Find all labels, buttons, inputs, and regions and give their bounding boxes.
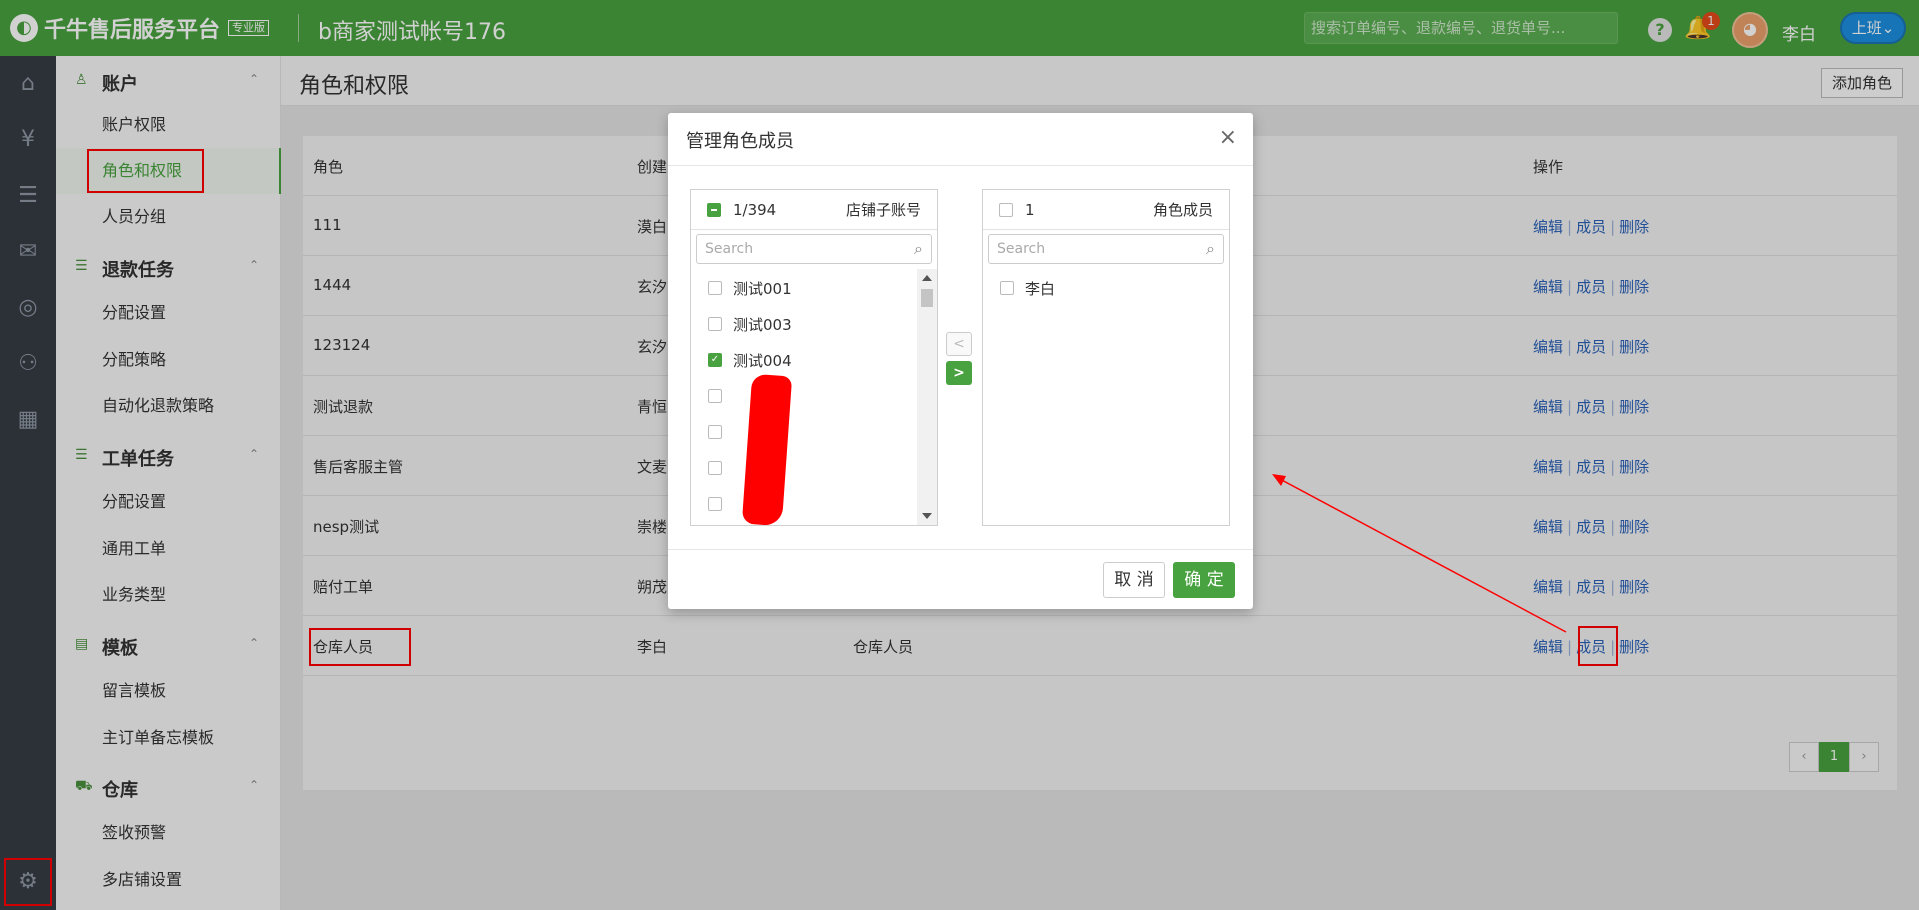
item-checkbox[interactable] (708, 497, 722, 511)
dialog-title: 管理角色成员 (686, 131, 794, 152)
select-all-checkbox[interactable] (999, 203, 1013, 217)
selection-count: 1/394 (733, 201, 777, 219)
selection-count: 1 (1025, 201, 1035, 219)
list-item[interactable]: 李白 (983, 270, 1208, 306)
list-header: 1/394 店铺子账号 (691, 190, 937, 230)
source-list-store-subaccounts: 1/394 店铺子账号 Search ⌕ 测试001 测试003 ✓ 测试004 (690, 189, 938, 527)
confirm-button[interactable]: 确 定 (1173, 562, 1235, 598)
item-checkbox[interactable] (708, 389, 722, 403)
divider (668, 165, 1253, 166)
item-checkbox[interactable] (708, 461, 722, 475)
item-label: 测试004 (733, 352, 792, 370)
cancel-button[interactable]: 取 消 (1103, 562, 1165, 598)
list-item[interactable] (691, 414, 916, 450)
item-label: 测试003 (733, 316, 792, 334)
move-left-button[interactable]: < (946, 332, 972, 356)
scroll-thumb[interactable] (921, 289, 933, 307)
item-checkbox[interactable] (1000, 281, 1014, 295)
list-item[interactable] (691, 486, 916, 522)
list-title: 角色成员 (1152, 201, 1213, 219)
scrollbar[interactable] (917, 269, 937, 525)
search-icon: ⌕ (914, 239, 923, 258)
target-list-role-members: 1 角色成员 Search ⌕ 李白 (982, 189, 1230, 526)
search-input[interactable]: Search ⌕ (696, 234, 932, 264)
search-icon: ⌕ (1206, 239, 1215, 258)
close-icon[interactable]: × (1219, 125, 1237, 150)
item-checkbox[interactable] (708, 425, 722, 439)
search-placeholder: Search (997, 241, 1046, 257)
select-all-checkbox[interactable] (707, 203, 721, 217)
move-right-button[interactable]: > (946, 361, 972, 385)
search-placeholder: Search (705, 241, 754, 257)
list-item[interactable]: 测试001 (691, 270, 916, 306)
item-label: 李白 (1025, 280, 1056, 298)
divider (668, 549, 1253, 550)
list-item[interactable] (691, 378, 916, 414)
scroll-down-icon[interactable] (922, 513, 932, 519)
scroll-up-icon[interactable] (922, 275, 932, 281)
list-item[interactable] (691, 450, 916, 486)
item-checkbox[interactable] (708, 317, 722, 331)
item-checkbox[interactable]: ✓ (708, 353, 722, 367)
list-item[interactable]: 测试003 (691, 306, 916, 342)
manage-role-members-dialog: 管理角色成员 × 1/394 店铺子账号 Search ⌕ 测试001 测试00… (668, 113, 1253, 609)
list-title: 店铺子账号 (845, 201, 921, 219)
list-header: 1 角色成员 (983, 190, 1229, 230)
list-item[interactable]: ✓ 测试004 (691, 342, 916, 378)
search-input[interactable]: Search ⌕ (988, 234, 1224, 264)
item-checkbox[interactable] (708, 281, 722, 295)
item-label: 测试001 (733, 280, 792, 298)
